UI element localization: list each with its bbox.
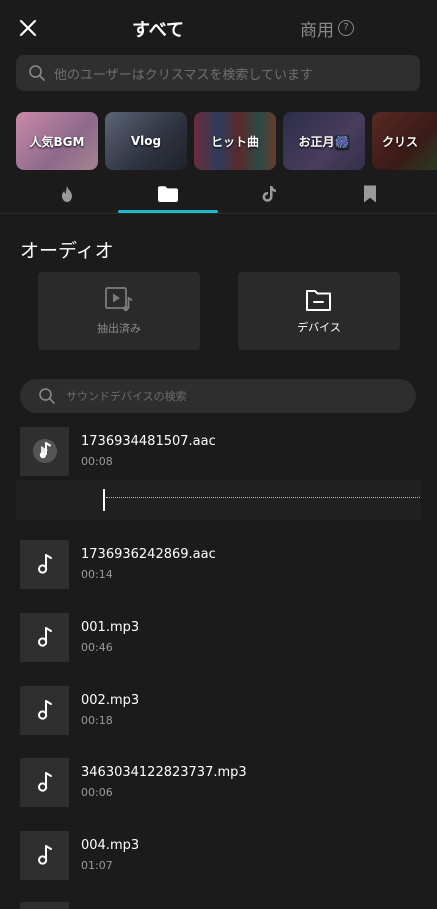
extracted-label: 抽出済み [97, 322, 141, 335]
file-name: 001.mp3 [81, 620, 140, 635]
tab-folder[interactable] [118, 180, 218, 208]
category-popular-bgm[interactable]: 人気BGM [16, 112, 98, 170]
file-thumbnail [20, 757, 69, 807]
tiktok-icon [262, 186, 276, 202]
bookmark-icon [364, 185, 376, 203]
file-duration: 00:18 [81, 714, 113, 727]
file-thumbnail [20, 830, 69, 880]
section-title-audio: オーディオ [20, 240, 114, 262]
file-name: 1736936242869.aac [81, 547, 216, 562]
music-note-icon [37, 554, 52, 574]
audio-file-row[interactable]: 3463034122823737.mp3 00:06 [20, 757, 420, 807]
file-thumbnail [20, 426, 69, 476]
flame-icon [62, 186, 72, 202]
category-new-year[interactable]: お正月🎆 [283, 112, 365, 170]
file-thumbnail [20, 612, 69, 662]
audio-file-row[interactable]: 1736936242869.aac 00:14 [20, 539, 420, 589]
playhead[interactable] [103, 489, 105, 511]
folder-icon [158, 186, 178, 202]
search-placeholder: 他のユーザーはクリスマスを検索しています [54, 67, 313, 83]
audio-file-row[interactable]: 002.mp3 00:18 [20, 685, 420, 735]
tab-selected-indicator [118, 210, 218, 213]
extracted-audio-button[interactable]: 抽出済み [38, 272, 200, 350]
file-name: 002.mp3 [81, 693, 140, 708]
file-name: 1736934481507.aac [81, 434, 216, 449]
file-thumbnail [20, 539, 69, 589]
file-duration: 00:46 [81, 641, 113, 654]
file-thumbnail-partial [20, 902, 69, 909]
extract-video-audio-icon [105, 287, 133, 312]
device-button[interactable]: デバイス [238, 272, 400, 350]
audio-waveform[interactable] [16, 480, 421, 520]
file-duration: 00:14 [81, 568, 113, 581]
music-note-icon [37, 772, 52, 792]
sound-search-placeholder: サウンドデバイスの検索 [66, 390, 187, 403]
audio-file-row[interactable]: 001.mp3 00:46 [20, 612, 420, 662]
sound-search-input[interactable]: サウンドデバイスの検索 [20, 379, 416, 413]
search-input[interactable]: 他のユーザーはクリスマスを検索しています [16, 55, 420, 91]
music-note-icon [37, 845, 52, 865]
audio-file-row[interactable]: 1736934481507.aac 00:08 [20, 426, 420, 476]
tab-bookmark[interactable] [320, 180, 420, 208]
category-hit-songs[interactable]: ヒット曲 [194, 112, 276, 170]
file-duration: 00:06 [81, 786, 113, 799]
search-icon [39, 388, 55, 404]
category-christmas[interactable]: クリス [372, 112, 437, 170]
music-note-playing-icon [32, 439, 57, 463]
commercial-label: 商用 [300, 20, 334, 41]
file-duration: 00:08 [81, 455, 113, 468]
music-note-icon [37, 700, 52, 720]
waveform-line [106, 497, 420, 498]
file-thumbnail [20, 685, 69, 735]
commercial-tab[interactable]: 商用 ? [300, 16, 354, 41]
category-vlog[interactable]: Vlog [105, 112, 187, 170]
music-note-icon [37, 627, 52, 647]
search-icon [29, 65, 45, 81]
tab-divider [0, 213, 437, 214]
page-title: すべて [131, 20, 185, 41]
audio-file-row[interactable]: 004.mp3 01:07 [20, 830, 420, 880]
file-duration: 01:07 [81, 859, 113, 872]
file-name: 3463034122823737.mp3 [81, 765, 247, 780]
tab-trending[interactable] [17, 180, 117, 208]
help-icon[interactable]: ? [338, 20, 354, 36]
tab-tiktok[interactable] [219, 180, 319, 208]
device-label: デバイス [297, 321, 341, 334]
device-folder-icon [306, 290, 331, 311]
file-name: 004.mp3 [81, 838, 140, 853]
